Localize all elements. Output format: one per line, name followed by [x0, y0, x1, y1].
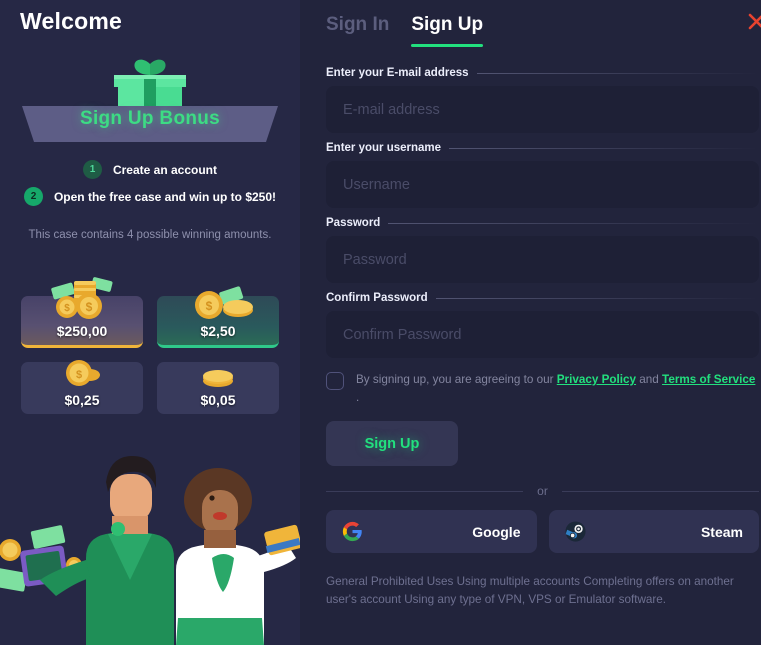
prize-grid: $ $ $250,00 $ $2,50 $ $0,25 $0,05: [21, 277, 279, 414]
divider-line-left: [326, 490, 524, 492]
password-input[interactable]: [326, 236, 759, 283]
step-item: 1 Create an account: [0, 160, 300, 179]
tab-sign-in[interactable]: Sign In: [326, 14, 389, 47]
coins-cash-icon: $: [195, 286, 253, 319]
confirm-password-input[interactable]: [326, 311, 759, 358]
username-label-text: Enter your username: [326, 142, 442, 154]
svg-text:$: $: [206, 299, 213, 313]
signup-button[interactable]: Sign Up: [326, 421, 458, 466]
prize-amount: $250,00: [56, 323, 108, 339]
step-number-badge: 1: [82, 160, 102, 179]
bonus-panel: Welcome Sign Up Bonus 1 Create an accoun…: [0, 0, 300, 645]
label-rule: [388, 222, 759, 224]
username-input[interactable]: [326, 161, 759, 208]
step-item: 2 Open the free case and win up to $250!: [0, 187, 300, 206]
page-title: Welcome: [20, 8, 122, 34]
google-icon: [342, 521, 362, 542]
password-label-text: Password: [326, 217, 381, 229]
divider-line-right: [561, 490, 760, 492]
google-login-button[interactable]: Google: [326, 510, 537, 553]
social-login-row: Google Steam: [326, 510, 759, 553]
email-label-text: Enter your E-mail address: [326, 67, 469, 79]
username-field-label: Enter your username: [326, 142, 759, 154]
confirm-password-field-group: Confirm Password: [326, 292, 759, 358]
small-coin-icon: [203, 370, 233, 387]
email-field-group: Enter your E-mail address: [326, 67, 759, 133]
label-rule: [435, 297, 759, 299]
bonus-banner-label: Sign Up Bonus: [79, 108, 221, 129]
email-field-label: Enter your E-mail address: [326, 67, 759, 79]
steam-icon: [564, 521, 586, 542]
or-label: or: [537, 484, 548, 498]
label-rule: [449, 147, 759, 149]
step-number-badge: 2: [23, 187, 43, 206]
or-divider: or: [326, 484, 760, 498]
prize-card[interactable]: $ $0,25: [21, 360, 143, 414]
terms-joiner: and: [636, 373, 663, 386]
step-label: Create an account: [112, 162, 218, 177]
email-input[interactable]: [326, 86, 759, 133]
auth-panel: Sign In Sign Up Enter your E-mail addres…: [300, 0, 761, 645]
terms-checkbox[interactable]: [326, 372, 344, 390]
terms-suffix: .: [356, 391, 360, 404]
terms-of-service-link[interactable]: Terms of Service: [662, 373, 755, 386]
terms-agreement: By signing up, you are agreeing to our P…: [326, 371, 759, 407]
prize-card[interactable]: $0,05: [157, 362, 279, 414]
svg-text:$: $: [86, 300, 93, 314]
password-field-label: Password: [326, 217, 759, 229]
case-note: This case contains 4 possible winning am…: [28, 229, 272, 241]
svg-text:$: $: [76, 369, 82, 381]
password-field-group: Password: [326, 217, 759, 283]
close-icon[interactable]: [743, 8, 761, 34]
confirm-password-field-label: Confirm Password: [326, 292, 759, 304]
steam-login-label: Steam: [700, 523, 743, 540]
label-rule: [476, 72, 759, 74]
prize-amount: $2,50: [200, 323, 236, 339]
signup-modal: Welcome Sign Up Bonus 1 Create an accoun…: [0, 0, 761, 645]
step-label: Open the free case and win up to $250!: [53, 189, 277, 204]
privacy-policy-link[interactable]: Privacy Policy: [557, 373, 636, 386]
single-coin-icon: $: [66, 360, 100, 386]
terms-prefix: By signing up, you are agreeing to our: [356, 373, 557, 386]
terms-text: By signing up, you are agreeing to our P…: [356, 371, 759, 407]
confirm-password-label-text: Confirm Password: [326, 292, 428, 304]
auth-tabs: Sign In Sign Up: [320, 0, 759, 47]
two-people-with-cash-illustration: [0, 456, 300, 645]
prize-amount: $0,25: [64, 392, 100, 408]
prize-card[interactable]: $ $ $250,00: [21, 277, 143, 348]
username-field-group: Enter your username: [326, 142, 759, 208]
signup-form: Enter your E-mail address Enter your use…: [320, 47, 760, 609]
prize-card[interactable]: $ $2,50: [157, 286, 279, 348]
google-login-label: Google: [472, 523, 521, 540]
tab-sign-up[interactable]: Sign Up: [411, 14, 483, 47]
coin-stack-cash-icon: $ $: [51, 277, 113, 319]
svg-text:$: $: [64, 303, 70, 314]
prize-amount: $0,05: [200, 392, 236, 408]
bonus-banner: Sign Up Bonus: [0, 58, 300, 144]
steps-list: 1 Create an account 2 Open the free case…: [0, 160, 300, 214]
steam-login-button[interactable]: Steam: [548, 510, 759, 553]
prohibited-uses-disclaimer: General Prohibited Uses Using multiple a…: [326, 575, 734, 606]
